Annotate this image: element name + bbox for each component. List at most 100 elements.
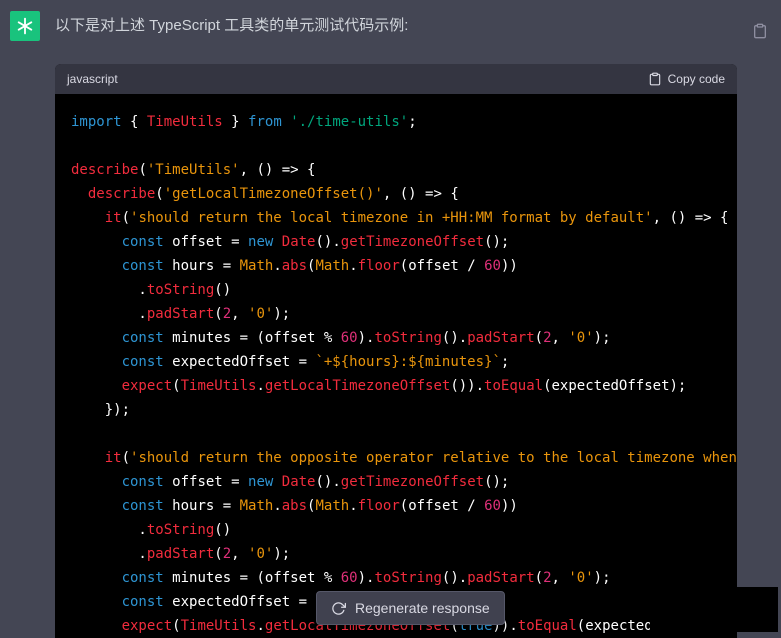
code-line: const minutes = (offset % 60).toString()… bbox=[71, 326, 721, 350]
code-token bbox=[71, 570, 122, 586]
code-token: toString bbox=[374, 330, 441, 346]
code-token: Math bbox=[240, 498, 274, 514]
regenerate-label: Regenerate response bbox=[355, 600, 490, 616]
code-token: '0' bbox=[248, 546, 273, 562]
code-line: const minutes = (offset % 60).toString()… bbox=[71, 566, 721, 590]
regenerate-icon bbox=[331, 601, 346, 616]
code-token: padStart bbox=[147, 306, 214, 322]
code-language-label: javascript bbox=[67, 72, 118, 86]
code-token: Math bbox=[240, 258, 274, 274]
code-token: toEqual bbox=[518, 618, 577, 634]
code-token: expect bbox=[122, 378, 173, 394]
code-line: .padStart(2, '0'); bbox=[71, 302, 721, 326]
code-token: () bbox=[214, 522, 231, 538]
code-token: , () => { bbox=[383, 186, 459, 202]
code-token: getTimezoneOffset bbox=[341, 234, 484, 250]
code-content: import { TimeUtils } from './time-utils'… bbox=[55, 94, 737, 638]
code-token: 'should return the opposite operator rel… bbox=[130, 450, 737, 466]
regenerate-button[interactable]: Regenerate response bbox=[316, 591, 505, 625]
code-token bbox=[71, 378, 122, 394]
code-line: .toString() bbox=[71, 278, 721, 302]
message-text: 以下是对上述 TypeScript 工具类的单元测试代码示例: bbox=[55, 15, 408, 37]
code-token: offset = bbox=[164, 234, 248, 250]
code-token: ( bbox=[122, 210, 130, 226]
code-token: 'should return the local timezone in +HH… bbox=[130, 210, 653, 226]
code-token: describe bbox=[88, 186, 155, 202]
code-token: TimeUtils bbox=[147, 114, 223, 130]
code-token: }); bbox=[71, 402, 130, 418]
code-token: getTimezoneOffset bbox=[341, 474, 484, 490]
code-line: it('should return the opposite operator … bbox=[71, 446, 721, 470]
code-token: '0' bbox=[568, 330, 593, 346]
code-line: describe('getLocalTimezoneOffset()', () … bbox=[71, 182, 721, 206]
code-token: ( bbox=[122, 450, 130, 466]
code-token: ); bbox=[594, 330, 611, 346]
code-token: 2 bbox=[543, 570, 551, 586]
code-token bbox=[71, 474, 122, 490]
code-token bbox=[71, 186, 88, 202]
code-token: abs bbox=[282, 498, 307, 514]
code-token: minutes = (offset % bbox=[164, 330, 341, 346]
clipboard-icon bbox=[648, 72, 662, 86]
code-line: .padStart(2, '0'); bbox=[71, 542, 721, 566]
code-token: (). bbox=[315, 234, 340, 250]
code-token: const bbox=[122, 594, 164, 610]
code-token bbox=[71, 354, 122, 370]
code-token bbox=[282, 114, 290, 130]
code-token: const bbox=[122, 354, 164, 370]
code-token: ( bbox=[214, 306, 222, 322]
code-token: (offset / bbox=[400, 498, 484, 514]
clipboard-icon bbox=[752, 23, 768, 39]
code-token: (). bbox=[315, 474, 340, 490]
code-token: Date bbox=[282, 474, 316, 490]
code-token: new bbox=[248, 234, 273, 250]
code-token: , bbox=[552, 570, 569, 586]
code-token: toEqual bbox=[484, 378, 543, 394]
code-token: new bbox=[248, 474, 273, 490]
code-token: ; bbox=[501, 354, 509, 370]
code-token: (offset / bbox=[400, 258, 484, 274]
code-token: ( bbox=[172, 378, 180, 394]
code-token: . bbox=[71, 522, 147, 538]
code-token: (). bbox=[442, 570, 467, 586]
code-token: { bbox=[122, 114, 147, 130]
code-token: . bbox=[256, 378, 264, 394]
openai-logo-icon bbox=[15, 16, 35, 36]
black-overlay bbox=[650, 587, 778, 632]
copy-code-label: Copy code bbox=[668, 72, 725, 86]
code-token: ( bbox=[155, 186, 163, 202]
code-token: toString bbox=[147, 522, 214, 538]
code-token: describe bbox=[71, 162, 138, 178]
code-token: . bbox=[71, 306, 147, 322]
copy-code-button[interactable]: Copy code bbox=[648, 72, 725, 86]
code-line: const expectedOffset = `+${hours}:${minu… bbox=[71, 350, 721, 374]
code-token: toString bbox=[147, 282, 214, 298]
code-token: . bbox=[349, 258, 357, 274]
code-token: ). bbox=[358, 330, 375, 346]
code-line: const offset = new Date().getTimezoneOff… bbox=[71, 470, 721, 494]
code-token: , () => { bbox=[240, 162, 316, 178]
message-copy-button[interactable] bbox=[752, 23, 768, 42]
code-token: `+${hours}:${minutes}` bbox=[315, 354, 500, 370]
code-token: (). bbox=[442, 330, 467, 346]
code-token: minutes = (offset % bbox=[164, 570, 341, 586]
code-token: floor bbox=[358, 498, 400, 514]
code-token bbox=[71, 498, 122, 514]
code-token: 2 bbox=[223, 546, 231, 562]
code-token: const bbox=[122, 498, 164, 514]
code-token: 'getLocalTimezoneOffset()' bbox=[164, 186, 383, 202]
code-token: ). bbox=[358, 570, 375, 586]
code-token: abs bbox=[282, 258, 307, 274]
code-token: 'TimeUtils' bbox=[147, 162, 240, 178]
code-token: ( bbox=[138, 162, 146, 178]
code-token: hours = bbox=[164, 258, 240, 274]
code-token: padStart bbox=[147, 546, 214, 562]
code-token: padStart bbox=[467, 330, 534, 346]
code-token: const bbox=[122, 474, 164, 490]
code-token: toString bbox=[374, 570, 441, 586]
code-token: . bbox=[71, 546, 147, 562]
code-token: Math bbox=[315, 258, 349, 274]
code-token: (); bbox=[484, 474, 509, 490]
assistant-avatar bbox=[10, 11, 40, 41]
code-token: . bbox=[349, 498, 357, 514]
